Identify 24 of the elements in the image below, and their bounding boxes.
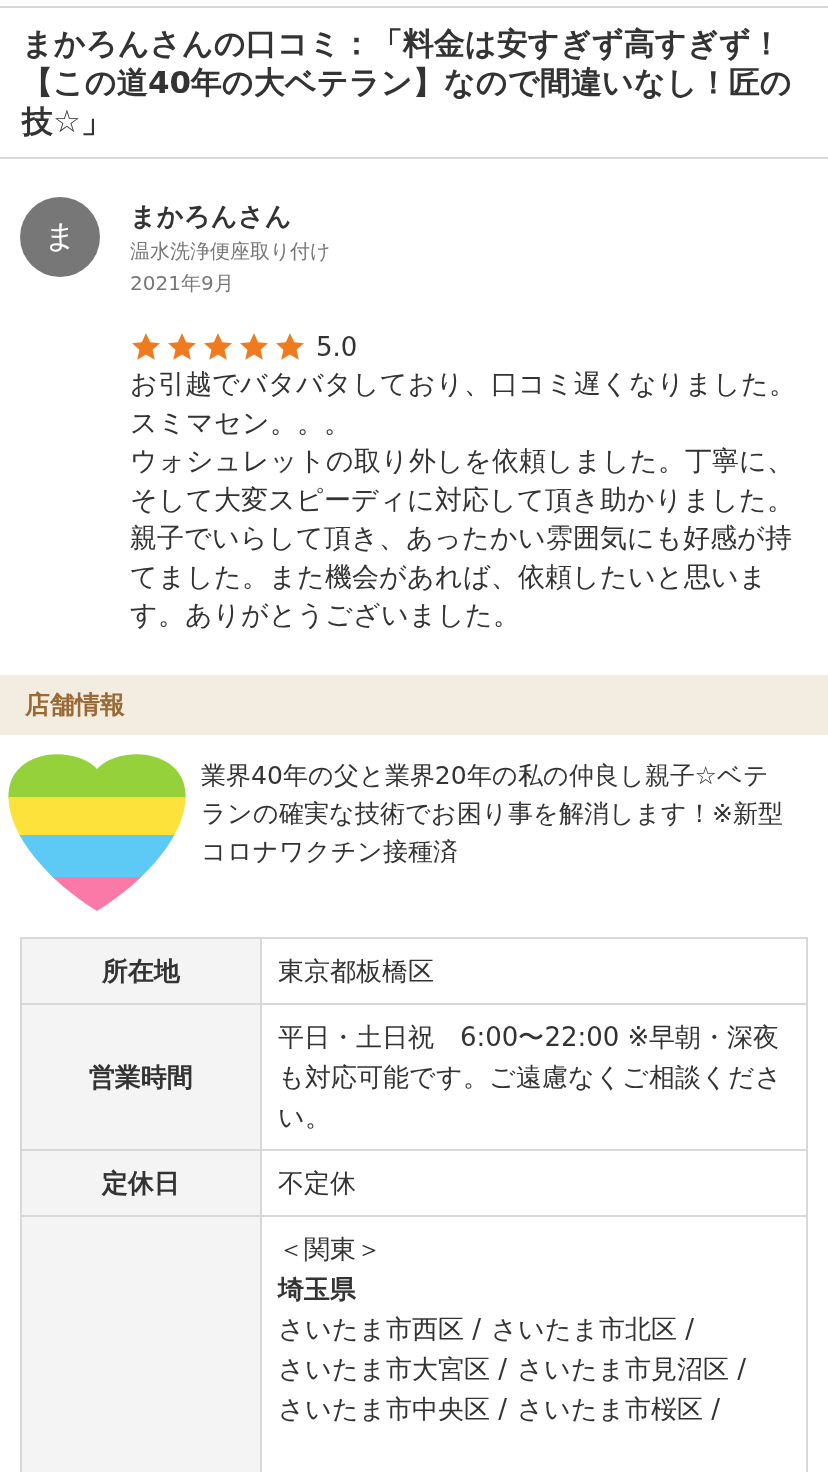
page-title: まかろんさんの口コミ：「料金は安すぎず高すぎず！【この道40年の大ベテラン】なので間違いなし！匠の技☆」	[0, 6, 828, 159]
avatar: ま	[20, 197, 100, 277]
review-date: 2021年9月	[130, 270, 235, 297]
city-name: さいたま市西区 /	[278, 1312, 482, 1346]
city-name: さいたま市大宮区 /	[278, 1352, 508, 1386]
table-header-cell: 営業時間	[21, 1003, 261, 1150]
city-name: さいたま市見沼区 /	[517, 1352, 747, 1386]
review-text: お引越でバタバタしており、口コミ遅くなりました。スミマセン。。。	[130, 367, 797, 440]
section-header: 店舗情報	[0, 674, 828, 735]
region-label: ＜関東＞	[278, 1232, 383, 1266]
table-header-cell: 定休日	[21, 1149, 261, 1216]
table-header-cell: 所在地	[21, 937, 261, 1004]
table-cell: 平日・土日祝 6:00〜22:00 ※早朝・深夜も対応可能です。ご遠慮なくご相談ください。	[261, 1003, 807, 1150]
city-name: さいたま市中央区 /	[278, 1392, 508, 1426]
shop-description: 業界40年の父と業界20年の私の仲良し親子☆ベテランの確実な技術でお困り事を解消します！※新型コロナワクチン接種済	[201, 759, 784, 868]
review-text: ウォシュレットの取り外しを依頼しました。丁寧に、そして大変スピーディに対応して頂き助かりました。親子でいらして頂き、あったかい雰囲気にも好感が持てました。また機会があれば、依頼したいと思います。ありがとうございました。	[130, 444, 795, 632]
city-name: さいたま市桜区 /	[517, 1392, 721, 1426]
rating-score: 5.0	[316, 331, 358, 364]
reviewer-name: まかろんさん	[130, 200, 293, 233]
table-cell: 不定休	[261, 1149, 807, 1216]
service-name: 温水洗浄便座取り付け	[130, 238, 331, 265]
table-cell: 東京都板橋区	[261, 937, 807, 1004]
city-name: さいたま市北区 /	[491, 1312, 695, 1346]
prefecture-label: 埼玉県	[278, 1272, 357, 1306]
